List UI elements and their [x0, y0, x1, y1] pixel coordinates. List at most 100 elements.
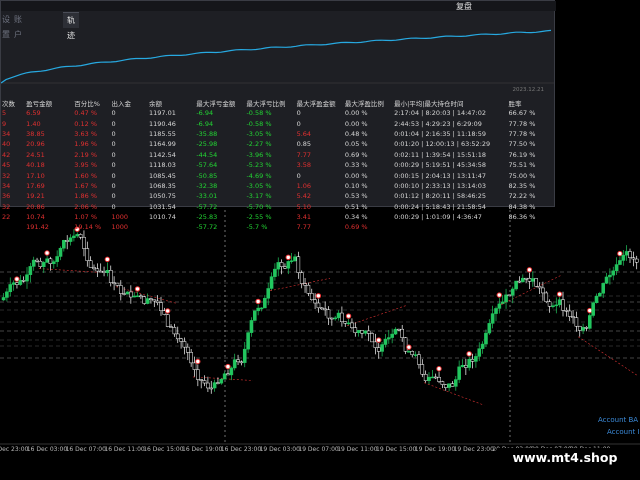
tab-track[interactable]: 轨迹: [63, 12, 79, 40]
table-cell: 76.19 %: [508, 150, 536, 159]
trade-marker: [134, 286, 141, 292]
table-cell: -57.72: [196, 223, 218, 232]
stats-table: 次数 盈亏金额 百分比% 出入金 余额 最大浮亏金额 最大浮亏比例 最大浮盈金额 最大浮盈比例 最…: [1, 97, 554, 233]
table-cell: -35.88: [196, 129, 218, 138]
candle: [8, 284, 13, 293]
candle: [102, 271, 106, 274]
trade-marker: [225, 363, 231, 370]
equity-curve: [1, 29, 554, 84]
candle: [514, 280, 518, 290]
tab-account[interactable]: 账户: [14, 12, 22, 39]
table-cell: -3.96 %: [246, 150, 272, 159]
table-cell: 0:00:29 | 1:01:09 | 4:36:47: [394, 213, 482, 222]
table-cell: 2:44:53 | 4:29:23 | 6:29:09: [394, 119, 482, 128]
candle: [407, 351, 411, 353]
table-cell: 72.22 %: [508, 192, 536, 201]
candle: [229, 367, 234, 376]
candle: [18, 280, 23, 285]
table-cell: 0:00:15 | 2:04:13 | 13:11:47: [394, 171, 487, 180]
trade-marker: [496, 292, 502, 298]
time-tick-label: 16 Dec 19:00: [182, 446, 223, 453]
candle: [460, 364, 465, 368]
trade-marker: [466, 351, 472, 357]
table-cell: 0.10 %: [344, 181, 368, 190]
candle: [28, 266, 33, 275]
table-cell: 7.77: [296, 223, 312, 232]
candle: [634, 258, 639, 263]
table-row: 32 17.10 1.60 % 0 1085.45 -50.85 -4.69 % 0 0.00 …: [1, 170, 554, 180]
table-cell: 20.96: [26, 140, 45, 149]
candle: [179, 338, 183, 342]
candle: [390, 333, 394, 338]
table-cell: 0:00:29 | 5:19:51 | 45:34:58: [394, 161, 487, 170]
trade-marker: [617, 250, 623, 257]
candle: [356, 330, 361, 334]
candle: [417, 354, 421, 365]
column-header: 余额: [149, 99, 163, 108]
table-cell: [148, 222, 195, 232]
candle: [427, 376, 431, 381]
table-cell: 2.06 %: [74, 202, 98, 211]
trade-marker: [14, 276, 20, 282]
table-cell: 0: [111, 140, 116, 149]
candle: [430, 376, 435, 379]
candle: [62, 240, 66, 249]
candle: [92, 267, 96, 270]
candle: [142, 296, 147, 304]
candle: [477, 348, 482, 357]
table-cell: 1197.01: [149, 109, 176, 118]
candle: [222, 373, 227, 380]
candle: [557, 299, 562, 306]
time-tick-label: 19 Dec 07:00: [298, 446, 339, 453]
table-cell: 1.07 %: [74, 213, 98, 222]
candle: [65, 240, 70, 242]
candle: [189, 352, 193, 364]
candle: [296, 256, 301, 273]
candle: [487, 323, 492, 334]
trade-marker: [255, 298, 261, 305]
tab-settings[interactable]: 设置: [2, 12, 10, 39]
time-tick-label: 16 Dec 15:00: [143, 446, 184, 453]
table-cell: -2.27 %: [246, 140, 272, 149]
candle: [464, 364, 468, 368]
column-header: 次数: [2, 99, 15, 108]
candle: [564, 310, 569, 312]
table-cell: 0: [296, 119, 301, 128]
candle: [309, 293, 314, 300]
candle: [510, 288, 515, 296]
candle: [588, 315, 592, 329]
table-cell: 3.95 %: [74, 161, 98, 170]
trade-marker: [436, 366, 442, 372]
table-cell: -44.54: [196, 150, 218, 159]
table-cell: 0.51 %: [344, 202, 368, 211]
trade-marker: [195, 358, 201, 365]
candle: [457, 366, 461, 380]
table-cell: 82.35 %: [508, 181, 536, 190]
candle: [521, 277, 525, 283]
candle: [159, 302, 163, 311]
candle: [35, 259, 39, 262]
table-cell: 75.51 %: [508, 161, 536, 170]
table-cell: 1142.54: [149, 150, 176, 159]
table-cell: 32: [2, 202, 11, 211]
candle: [353, 327, 358, 334]
trade-marker: [104, 256, 111, 263]
candle: [82, 237, 86, 249]
trade-marker: [285, 254, 291, 261]
table-cell: -5.70 %: [246, 202, 272, 211]
table-cell: 1.67 %: [74, 181, 98, 190]
table-cell: 22: [2, 213, 11, 222]
candle: [380, 344, 384, 352]
candle: [387, 337, 391, 340]
candle: [316, 302, 321, 309]
table-cell: 2:17:04 | 8:20:03 | 14:47:02: [394, 109, 487, 118]
time-tick-label: 15 Dec 23:00: [0, 446, 29, 453]
candle: [85, 248, 90, 261]
candle: [591, 302, 595, 316]
table-cell: 9: [2, 119, 7, 128]
candle: [48, 258, 53, 264]
candle: [11, 282, 16, 285]
table-cell: -50.85: [196, 171, 218, 180]
candle: [286, 261, 291, 269]
candle: [149, 298, 153, 301]
